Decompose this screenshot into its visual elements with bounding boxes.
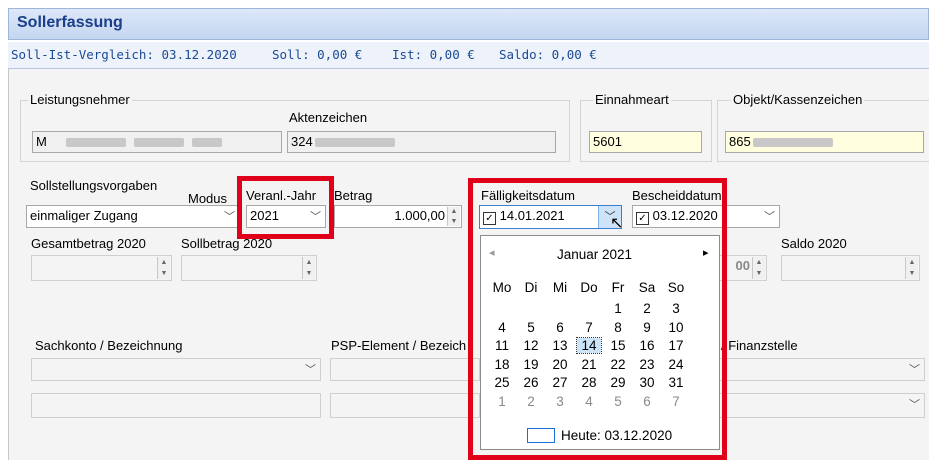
spinner-icon: ▲ ▼ [905,257,918,279]
window-title-bar: Sollerfassung [8,8,929,40]
gesamtbetrag-label: Gesamtbetrag 2020 [31,236,146,251]
aktenzeichen-label: Aktenzeichen [289,110,368,125]
einnahmeart-legend: Einnahmeart [593,92,671,107]
chevron-down-icon: ﹀ [764,211,775,223]
objekt-legend: Objekt/Kassenzeichen [731,92,865,107]
sollbetrag-label: Sollbetrag 2020 [181,236,273,251]
saldo-value: Saldo: 0,00 € [499,47,597,62]
saldo-field: ▲ ▼ [781,255,920,281]
saldo-label: Saldo 2020 [781,236,847,251]
soll-ist-vergleich: Soll-Ist-Vergleich: 03.12.2020 [11,47,237,62]
spinner-icon: ▲ ▼ [157,257,170,279]
faelligkeitsdatum-highlight [468,178,727,460]
objekt-field[interactable]: 865 [725,131,924,153]
modus-label: Modus [188,191,228,206]
betrag-label: Betrag [334,188,373,203]
window-title: Sollerfassung [17,14,123,31]
info-bar: Soll-Ist-Vergleich: 03.12.2020 Soll: 0,0… [8,42,929,69]
finanzstelle-label: / Finanzstelle [721,338,798,353]
betrag-field[interactable]: 1.000,00 ▲ ▼ [334,205,462,228]
leistungsnehmer-field[interactable]: M [32,131,282,153]
chevron-down-icon: ﹀ [909,364,920,376]
finanzstelle-bezeichnung[interactable]: ﹀ [715,393,925,418]
leistungsnehmer-legend: Leistungsnehmer [28,92,132,107]
einnahmeart-field[interactable]: 5601 [589,131,702,153]
spinner-icon: ▲ ▼ [302,257,315,279]
spinner-icon: ▲ ▼ [752,257,765,279]
sachkonto-label: Sachkonto / Bezeichnung [35,338,183,353]
sachkonto-bezeichnung [31,393,321,418]
spinner-icon[interactable]: ▲ ▼ [447,207,460,226]
chevron-down-icon: ﹀ [305,364,316,376]
aktenzeichen-field[interactable]: 324 [287,131,556,153]
modus-select[interactable]: einmaliger Zugang ﹀ [26,205,240,228]
chevron-down-icon: ﹀ [909,399,920,411]
chevron-down-icon: ﹀ [224,211,235,223]
ist-value: Ist: 0,00 € [392,47,475,62]
gesamtbetrag-field: ▲ ▼ [31,255,172,281]
veranl-jahr-highlight [237,176,334,239]
sollbetrag-field: ▲ ▼ [181,255,317,281]
psp-bezeichnung [330,393,480,418]
sachkonto-select[interactable]: ﹀ [31,358,321,381]
soll-value: Soll: 0,00 € [272,47,363,62]
sollstellung-legend: Sollstellungsvorgaben [30,178,158,193]
psp-label: PSP-Element / Bezeich [331,338,467,353]
finanzstelle-select[interactable]: ﹀ [715,358,925,381]
psp-select[interactable] [330,358,480,381]
